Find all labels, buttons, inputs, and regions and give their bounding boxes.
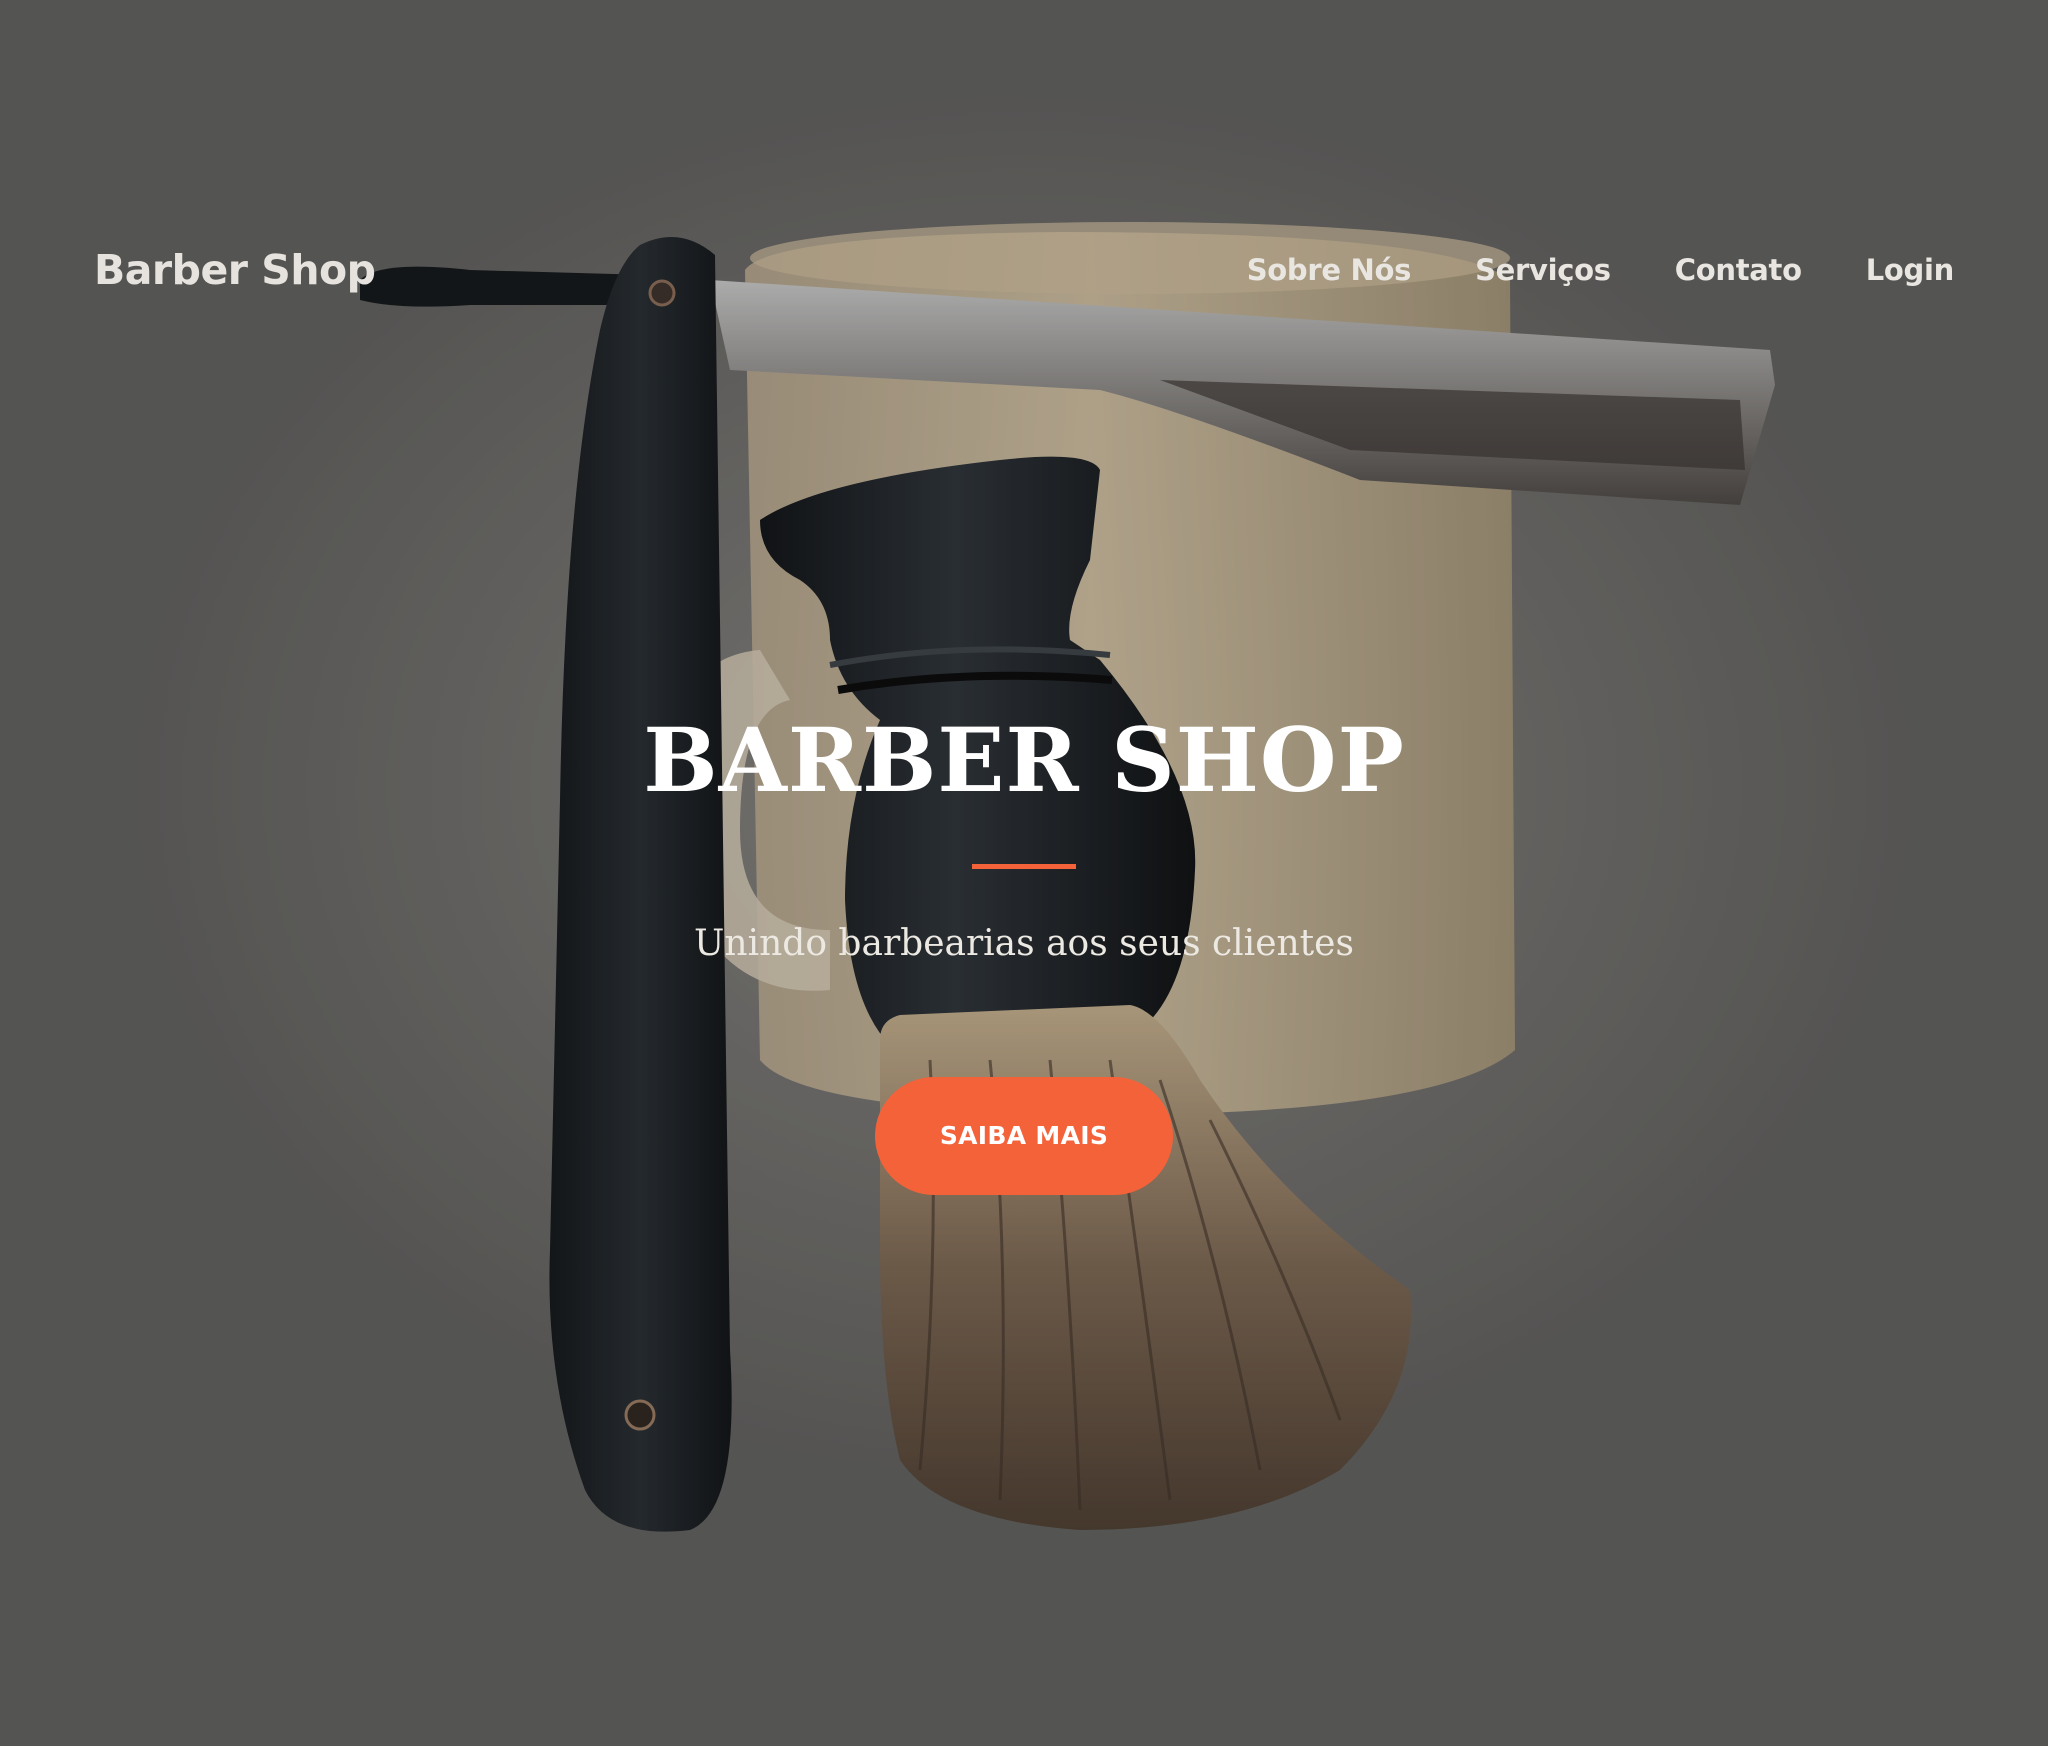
nav-link-servicos[interactable]: Serviços [1475, 253, 1611, 287]
hero-section: Barber Shop Sobre Nós Serviços Contato L… [0, 0, 2048, 1746]
navbar: Barber Shop Sobre Nós Serviços Contato L… [0, 0, 2048, 545]
nav-item-servicos: Serviços [1475, 248, 1611, 292]
nav-link-contato[interactable]: Contato [1675, 253, 1802, 287]
nav-item-login: Login [1866, 248, 1955, 292]
page-title: BARBER SHOP [643, 708, 1405, 812]
masthead: BARBER SHOP Unindo barbearias aos seus c… [0, 700, 2048, 1195]
saiba-mais-button[interactable]: SAIBA MAIS [875, 1077, 1173, 1195]
brand-logo[interactable]: Barber Shop [94, 242, 376, 298]
nav-menu: Sobre Nós Serviços Contato Login [1247, 248, 1955, 292]
nav-item-contato: Contato [1675, 248, 1802, 292]
nav-item-sobre-nos: Sobre Nós [1247, 248, 1412, 292]
nav-link-login[interactable]: Login [1866, 253, 1955, 287]
nav-link-sobre-nos[interactable]: Sobre Nós [1247, 253, 1412, 287]
page-subtitle: Unindo barbearias aos seus clientes [694, 923, 1354, 964]
title-divider [972, 864, 1076, 869]
